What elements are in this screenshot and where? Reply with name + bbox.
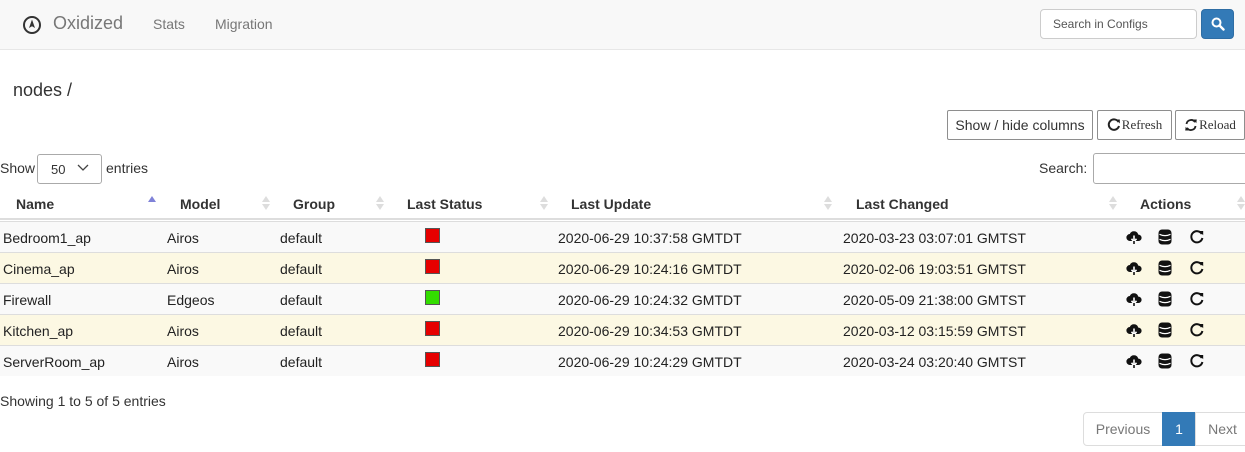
- status-indicator-success: [425, 290, 440, 305]
- table-row: Firewall Edgeos default 2020-06-29 10:24:32…: [0, 283, 1245, 314]
- cell-group: default: [280, 323, 323, 339]
- status-indicator-failed: [425, 352, 440, 367]
- search-button[interactable]: [1201, 9, 1234, 39]
- cloud-download-icon[interactable]: [1126, 229, 1142, 245]
- cell-group: default: [280, 261, 323, 277]
- header-group[interactable]: Group: [293, 196, 335, 212]
- sort-both-icon: [1109, 196, 1117, 210]
- reload-icon: [1185, 119, 1197, 131]
- navbar: Oxidized Stats Migration: [0, 0, 1245, 50]
- cell-group: default: [280, 230, 323, 246]
- refresh-icon: [1107, 118, 1120, 131]
- header-last-update[interactable]: Last Update: [571, 196, 651, 212]
- table-search-input[interactable]: [1093, 153, 1245, 184]
- pagination-previous[interactable]: Previous: [1083, 412, 1163, 446]
- refresh-icon[interactable]: [1189, 260, 1205, 276]
- refresh-button[interactable]: Refresh: [1097, 110, 1172, 140]
- cell-name[interactable]: ServerRoom_ap: [3, 354, 105, 370]
- table-header: Name Model Group Last Status Last Update…: [0, 188, 1245, 220]
- compass-logo-icon[interactable]: [22, 15, 42, 35]
- cell-last-update: 2020-06-29 10:24:16 GMTDT: [558, 261, 742, 277]
- database-icon[interactable]: [1157, 291, 1173, 307]
- header-name[interactable]: Name: [16, 196, 54, 212]
- cell-last-update: 2020-06-29 10:37:58 GMTDT: [558, 230, 742, 246]
- cell-model: Edgeos: [167, 292, 215, 308]
- cell-last-update: 2020-06-29 10:34:53 GMTDT: [558, 323, 742, 339]
- cloud-download-icon[interactable]: [1126, 322, 1142, 338]
- cell-last-changed: 2020-03-23 03:07:01 GMTST: [843, 230, 1026, 246]
- pagination-page-1[interactable]: 1: [1162, 412, 1196, 446]
- nav-migration-link[interactable]: Migration: [215, 16, 273, 32]
- cell-name[interactable]: Firewall: [3, 292, 51, 308]
- header-last-status[interactable]: Last Status: [407, 196, 482, 212]
- sort-both-icon: [376, 196, 384, 210]
- cell-last-changed: 2020-03-24 03:20:40 GMTST: [843, 354, 1026, 370]
- database-icon[interactable]: [1157, 260, 1173, 276]
- cell-model: Airos: [167, 261, 199, 277]
- pagination-next[interactable]: Next: [1195, 412, 1245, 446]
- cell-name[interactable]: Kitchen_ap: [3, 323, 73, 339]
- database-icon[interactable]: [1157, 322, 1173, 338]
- table-info: Showing 1 to 5 of 5 entries: [0, 393, 166, 409]
- nav-stats-link[interactable]: Stats: [153, 16, 185, 32]
- brand-title[interactable]: Oxidized: [53, 13, 123, 34]
- header-last-changed[interactable]: Last Changed: [856, 196, 949, 212]
- status-indicator-failed: [425, 259, 440, 274]
- sort-both-icon: [1237, 196, 1245, 210]
- entries-length-select[interactable]: 50: [37, 154, 102, 184]
- cell-last-changed: 2020-02-06 19:03:51 GMTST: [843, 261, 1026, 277]
- chevron-down-icon: [77, 164, 89, 171]
- cell-group: default: [280, 354, 323, 370]
- cell-last-update: 2020-06-29 10:24:29 GMTDT: [558, 354, 742, 370]
- sort-both-icon: [262, 196, 270, 210]
- cloud-download-icon[interactable]: [1126, 353, 1142, 369]
- entries-length-value: 50: [51, 162, 66, 177]
- cloud-download-icon[interactable]: [1126, 260, 1142, 276]
- breadcrumb: nodes /: [13, 80, 73, 100]
- status-indicator-failed: [425, 321, 440, 336]
- reload-label: Reload: [1199, 117, 1236, 132]
- cell-last-changed: 2020-03-12 03:15:59 GMTST: [843, 323, 1026, 339]
- cell-name[interactable]: Bedroom1_ap: [3, 230, 91, 246]
- cell-model: Airos: [167, 230, 199, 246]
- refresh-icon[interactable]: [1189, 353, 1205, 369]
- entries-label: entries: [106, 160, 149, 176]
- search-icon: [1211, 17, 1225, 31]
- search-configs-input[interactable]: [1040, 9, 1197, 39]
- status-indicator-failed: [425, 228, 440, 243]
- cell-group: default: [280, 292, 323, 308]
- reload-button[interactable]: Reload: [1175, 110, 1245, 140]
- table-row: Kitchen_ap Airos default 2020-06-29 10:34:5…: [0, 314, 1245, 345]
- show-hide-columns-button[interactable]: Show / hide columns: [947, 110, 1093, 140]
- header-actions[interactable]: Actions: [1140, 196, 1191, 212]
- refresh-icon[interactable]: [1189, 229, 1205, 245]
- table-row: Cinema_ap Airos default 2020-06-29 10:24:16…: [0, 252, 1245, 283]
- sort-ascending-icon: [148, 196, 156, 202]
- cell-model: Airos: [167, 354, 199, 370]
- refresh-label: Refresh: [1121, 117, 1163, 132]
- show-label: Show: [0, 160, 36, 176]
- cell-name[interactable]: Cinema_ap: [3, 261, 75, 277]
- cell-model: Airos: [167, 323, 199, 339]
- cloud-download-icon[interactable]: [1126, 291, 1142, 307]
- refresh-icon[interactable]: [1189, 322, 1205, 338]
- refresh-icon[interactable]: [1189, 291, 1205, 307]
- table-row: ServerRoom_ap Airos default 2020-06-29 10:2…: [0, 345, 1245, 376]
- sort-both-icon: [540, 196, 548, 210]
- cell-last-changed: 2020-05-09 21:38:00 GMTST: [843, 292, 1026, 308]
- sort-both-icon: [824, 196, 832, 210]
- header-model[interactable]: Model: [180, 196, 220, 212]
- database-icon[interactable]: [1157, 353, 1173, 369]
- table-search-label: Search:: [1039, 160, 1088, 176]
- database-icon[interactable]: [1157, 229, 1173, 245]
- table-row: Bedroom1_ap Airos default 2020-06-29 10:37:…: [0, 221, 1245, 252]
- cell-last-update: 2020-06-29 10:24:32 GMTDT: [558, 292, 742, 308]
